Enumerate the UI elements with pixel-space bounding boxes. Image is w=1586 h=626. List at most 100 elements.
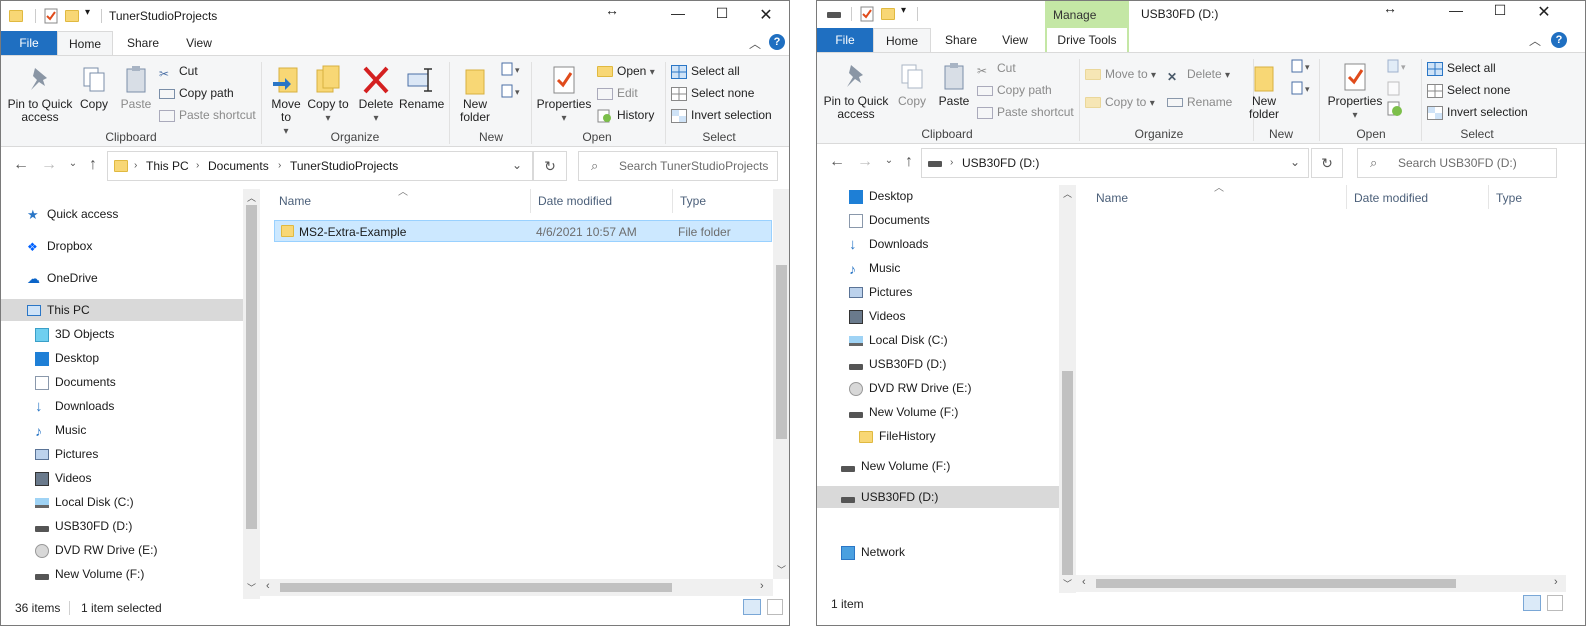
tab-share[interactable]: Share — [119, 31, 167, 55]
nav-item-dropbox[interactable]: ❖ Dropbox — [27, 235, 92, 257]
search-input[interactable]: ⌕ Search USB30FD (D:) — [1357, 148, 1557, 178]
breadcrumb-tunerstudioprojects[interactable]: TunerStudioProjects — [290, 159, 398, 173]
column-divider[interactable] — [530, 189, 531, 213]
maximize-button[interactable]: ☐ — [707, 5, 737, 22]
nav-item-documents[interactable]: Documents — [849, 209, 930, 231]
nav-item-usb-d-root[interactable]: USB30FD (D:) — [817, 486, 1059, 508]
address-dropdown-icon[interactable]: ⌄ — [1290, 155, 1300, 169]
details-view-button[interactable] — [743, 599, 761, 615]
scroll-down-arrow-icon[interactable]: ﹀ — [247, 581, 256, 594]
pin-quick-access-button[interactable]: Pin to Quick access — [821, 61, 891, 121]
scrollbar-thumb[interactable] — [1062, 371, 1073, 575]
breadcrumb-this-pc[interactable]: This PC — [146, 159, 189, 173]
paste-button[interactable]: Paste — [935, 61, 973, 108]
nav-item-documents[interactable]: Documents — [35, 371, 116, 393]
new-folder-qat-icon[interactable] — [65, 10, 79, 22]
collapse-ribbon-icon[interactable]: ︿ — [1529, 32, 1541, 49]
qat-dropdown-icon[interactable]: ▾ — [85, 7, 101, 23]
nav-item-quick-access[interactable]: ★ Quick access — [27, 203, 118, 225]
minimize-button[interactable]: — — [663, 5, 693, 21]
copy-to-button[interactable]: Copy to ▾ — [307, 64, 349, 125]
up-button[interactable]: ↑ — [83, 156, 103, 174]
nav-item-this-pc[interactable]: This PC — [1, 299, 243, 321]
tab-drive-tools[interactable]: Drive Tools — [1047, 28, 1127, 52]
history-button[interactable]: History — [597, 106, 654, 124]
select-none-button[interactable]: Select none — [671, 84, 754, 102]
help-icon[interactable]: ? — [769, 34, 785, 50]
nav-item-videos[interactable]: Videos — [849, 305, 905, 327]
paste-shortcut-button[interactable]: Paste shortcut — [977, 103, 1074, 121]
pin-quick-access-button[interactable]: Pin to Quick access — [5, 64, 75, 124]
scroll-up-arrow-icon[interactable]: ︿ — [1063, 187, 1072, 200]
nav-item-dvd-e[interactable]: DVD RW Drive (E:) — [849, 377, 971, 399]
scrollbar-thumb[interactable] — [280, 583, 672, 592]
breadcrumb-documents[interactable]: Documents — [208, 159, 269, 173]
scroll-down-arrow-icon[interactable]: ﹀ — [1063, 577, 1072, 590]
large-icons-view-button[interactable] — [1547, 595, 1563, 611]
nav-item-new-volume-f[interactable]: New Volume (F:) — [35, 563, 144, 585]
edit-icon[interactable] — [1387, 81, 1403, 100]
scroll-down-arrow-icon[interactable]: ﹀ — [777, 563, 786, 576]
back-button[interactable]: ← — [11, 156, 31, 174]
qat-dropdown-icon[interactable]: ▾ — [901, 5, 917, 21]
new-folder-button[interactable]: New folder — [453, 64, 497, 124]
tab-home[interactable]: Home — [57, 31, 113, 55]
maximize-button[interactable]: ☐ — [1485, 2, 1515, 19]
nav-item-network[interactable]: Network — [841, 541, 905, 563]
scroll-left-arrow-icon[interactable]: ‹ — [1082, 576, 1086, 588]
column-header-date[interactable]: Date modified — [1354, 191, 1428, 205]
copy-to-button[interactable]: Copy to ▾ — [1085, 93, 1155, 111]
address-bar[interactable]: › This PC › Documents › TunerStudioProje… — [107, 151, 533, 181]
column-header-name[interactable]: Name — [1096, 191, 1128, 205]
nav-item-local-disk-c[interactable]: Local Disk (C:) — [849, 329, 948, 351]
nav-item-onedrive[interactable]: ☁ OneDrive — [27, 267, 98, 289]
new-item-icon[interactable]: ▾ — [501, 62, 523, 81]
copy-button[interactable]: Copy — [893, 61, 931, 108]
nav-item-new-volume-f-root[interactable]: New Volume (F:) — [841, 455, 950, 477]
nav-item-usb-d[interactable]: USB30FD (D:) — [35, 515, 132, 537]
nav-item-usb-d[interactable]: USB30FD (D:) — [849, 353, 946, 375]
cut-button[interactable]: ✂ Cut — [159, 62, 198, 81]
properties-button[interactable]: Properties ▾ — [1323, 61, 1387, 122]
history-icon[interactable] — [1387, 101, 1403, 120]
nav-item-music[interactable]: ♪ Music — [35, 419, 86, 441]
invert-selection-button[interactable]: Invert selection — [671, 106, 772, 124]
scrollbar-thumb[interactable] — [776, 265, 787, 439]
scrollbar-thumb[interactable] — [246, 205, 257, 529]
nav-item-music[interactable]: ♪ Music — [849, 257, 900, 279]
easy-access-icon[interactable]: ▾ — [501, 84, 523, 103]
close-button[interactable]: ✕ — [1529, 2, 1559, 22]
nav-item-desktop[interactable]: Desktop — [35, 347, 99, 369]
refresh-button[interactable]: ↻ — [533, 151, 567, 181]
title-bar[interactable]: ▾ TunerStudioProjects ↔ — ☐ ✕ — [1, 1, 789, 31]
select-all-button[interactable]: Select all — [1427, 59, 1496, 77]
recent-locations-button[interactable]: ⌄ — [879, 155, 899, 166]
rename-button[interactable]: Rename — [1167, 93, 1232, 111]
nav-item-local-disk-c[interactable]: Local Disk (C:) — [35, 491, 134, 513]
cut-button[interactable]: ✂ Cut — [977, 59, 1016, 78]
properties-qat-icon[interactable] — [859, 6, 875, 22]
scroll-right-arrow-icon[interactable]: › — [760, 580, 764, 592]
nav-pane-scrollbar[interactable]: ︿ ﹀ — [243, 189, 260, 599]
nav-item-downloads[interactable]: ↓ Downloads — [849, 233, 928, 255]
select-none-button[interactable]: Select none — [1427, 81, 1510, 99]
large-icons-view-button[interactable] — [767, 599, 783, 615]
easy-access-icon[interactable]: ▾ — [1291, 81, 1313, 100]
file-list-vscrollbar[interactable]: ﹀ — [773, 189, 789, 579]
tab-file[interactable]: File — [1, 31, 57, 55]
paste-shortcut-button[interactable]: Paste shortcut — [159, 106, 256, 124]
recent-locations-button[interactable]: ⌄ — [63, 158, 83, 169]
refresh-button[interactable]: ↻ — [1311, 148, 1343, 178]
open-button[interactable]: Open ▾ — [597, 62, 655, 80]
title-bar[interactable]: ▾ Manage USB30FD (D:) ↔ — ☐ ✕ — [817, 1, 1585, 31]
table-row[interactable]: MS2-Extra-Example 4/6/2021 10:57 AM File… — [274, 220, 772, 242]
open-icon[interactable]: ▾ — [1387, 59, 1409, 78]
nav-item-pictures[interactable]: Pictures — [35, 443, 98, 465]
select-all-button[interactable]: Select all — [671, 62, 740, 80]
column-header-date[interactable]: Date modified — [538, 194, 612, 208]
new-folder-qat-icon[interactable] — [881, 8, 895, 20]
tab-home[interactable]: Home — [873, 28, 931, 52]
address-dropdown-icon[interactable]: ⌄ — [512, 158, 522, 172]
copy-button[interactable]: Copy — [75, 64, 113, 111]
tab-file[interactable]: File — [817, 28, 873, 52]
